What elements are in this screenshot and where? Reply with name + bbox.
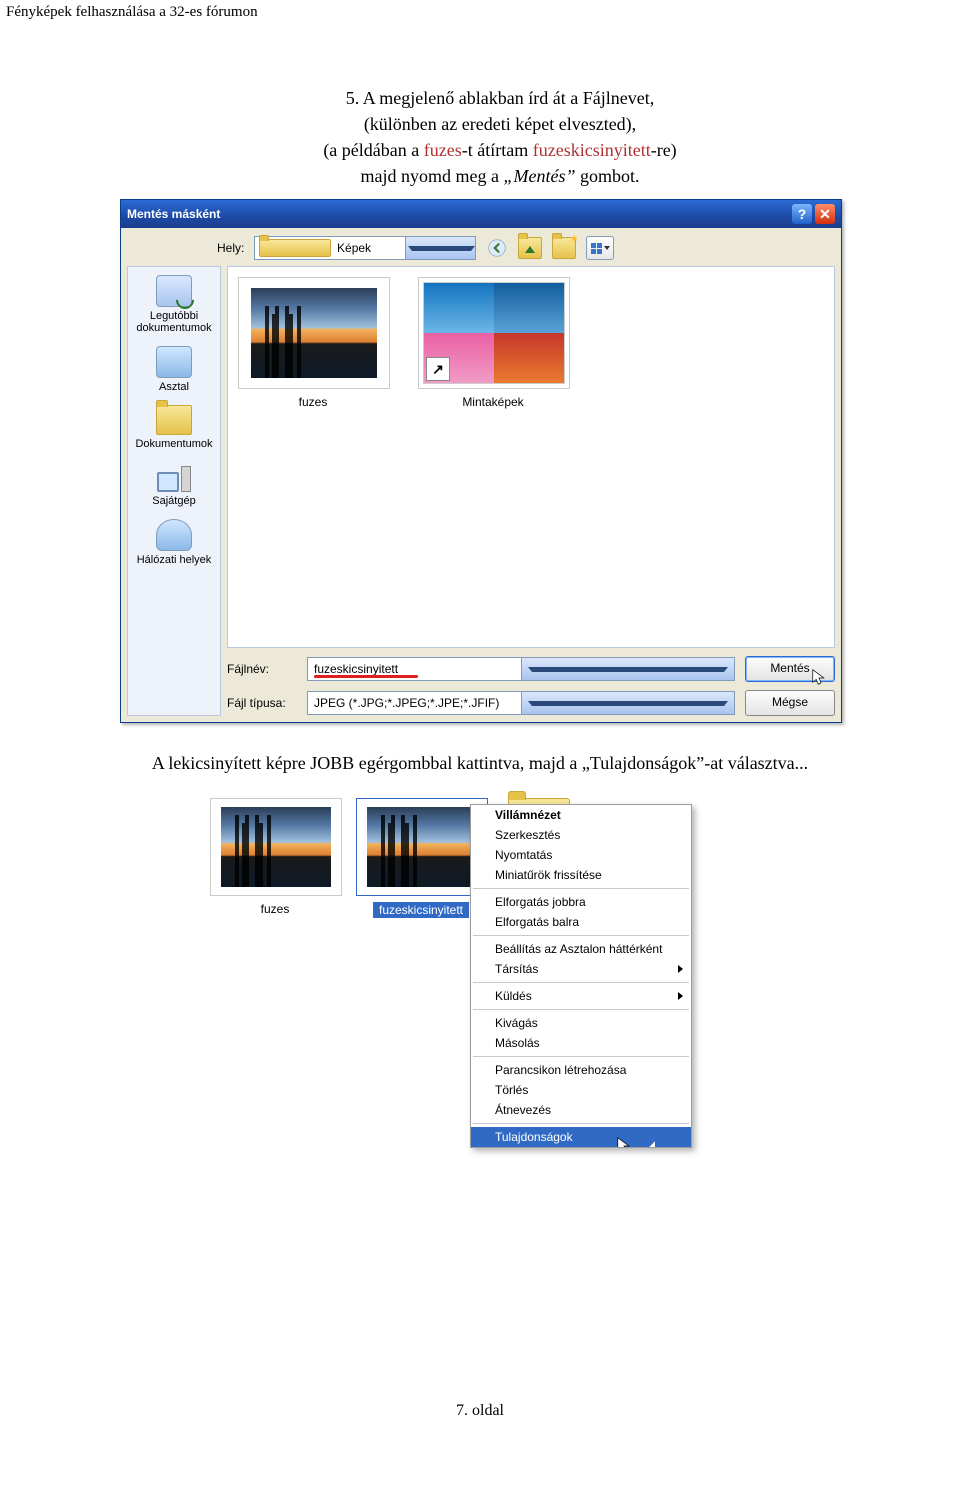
close-button[interactable]: ✕ (815, 204, 835, 224)
filetype-select[interactable]: JPEG (*.JPG;*.JPEG;*.JPE;*.JFIF) (307, 691, 735, 715)
up-button[interactable] (518, 237, 542, 259)
folder-thumbnail: ↗ (423, 282, 565, 384)
filetype-value: JPEG (*.JPG;*.JPEG;*.JPE;*.JFIF) (308, 696, 521, 710)
thumbnails-icon (591, 243, 602, 254)
text: (a példában a (323, 140, 423, 160)
new-folder-button[interactable]: ✶ (552, 237, 576, 259)
save-as-dialog: Mentés másként ? ✕ Hely: Képek ✶ Legutób… (120, 199, 842, 723)
filename-value: fuzeskicsinyitett (308, 662, 521, 676)
file-item-fuzes[interactable]: fuzes (210, 798, 340, 916)
location-label: Hely: (217, 241, 244, 255)
dialog-title: Mentés másként (127, 207, 789, 221)
context-menu-screenshot: fuzes fuzeskicsinyitett Villámnézet Szer… (200, 788, 780, 922)
view-button[interactable] (586, 236, 614, 260)
place-recent[interactable]: Legutóbbi dokumentumok (128, 273, 220, 340)
toolbar: Hely: Képek ✶ (121, 228, 841, 266)
text: -t átírtam (462, 140, 533, 160)
menu-item-preview[interactable]: Villámnézet (471, 805, 691, 825)
titlebar[interactable]: Mentés másként ? ✕ (121, 200, 841, 228)
place-label: Hálózati helyek (137, 554, 212, 566)
back-button[interactable] (486, 237, 508, 259)
documents-icon (156, 405, 192, 435)
text: (különben az eredeti képet elveszted), (364, 114, 636, 134)
text: majd nyomd meg a (361, 166, 504, 186)
text: gombot. (575, 166, 639, 186)
filetype-label: Fájl típusa: (227, 696, 297, 710)
file-list[interactable]: fuzes ↗ Mintaképek (227, 266, 835, 648)
highlight: fuzeskicsinyitett (533, 140, 651, 160)
help-button[interactable]: ? (792, 204, 812, 224)
photo-thumbnail (367, 807, 477, 887)
place-label: Sajátgép (152, 495, 195, 507)
file-label: fuzes (299, 395, 328, 409)
button-label: Mégse (772, 695, 808, 709)
recent-icon (156, 275, 192, 307)
page-footer: 7. oldal (0, 1402, 960, 1440)
menu-item-print[interactable]: Nyomtatás (471, 845, 691, 865)
dropdown-button[interactable] (405, 237, 476, 259)
photo-thumbnail (221, 807, 331, 887)
file-item-selected[interactable]: fuzeskicsinyitett (356, 798, 486, 918)
network-icon (156, 519, 192, 551)
dropdown-button[interactable] (521, 658, 735, 680)
filename-input[interactable]: fuzeskicsinyitett (307, 657, 735, 681)
text: 5. A megjelenő ablakban írd át a Fájlnev… (346, 88, 654, 108)
photo-thumbnail (251, 288, 377, 378)
page-header: Fényképek felhasználása a 32-es fórumon (0, 0, 960, 25)
save-button[interactable]: Mentés (745, 656, 835, 682)
menu-separator (473, 888, 689, 889)
cursor-icon (812, 669, 826, 687)
filename-label: Fájlnév: (227, 662, 297, 676)
button-label: Mentés (770, 661, 809, 675)
location-value: Képek (335, 241, 405, 255)
menu-item-rotate-right[interactable]: Elforgatás jobbra (471, 892, 691, 912)
shortcut-overlay-icon: ↗ (426, 357, 450, 381)
dropdown-button[interactable] (521, 692, 735, 714)
folder-icon (259, 239, 331, 257)
place-desktop[interactable]: Asztal (128, 344, 220, 399)
followup-text: A lekicsinyített képre JOBB egérgombbal … (100, 753, 860, 774)
file-item-fuzes[interactable]: fuzes (238, 277, 388, 409)
places-bar: Legutóbbi dokumentumok Asztal Dokumentum… (127, 266, 221, 716)
mycomputer-icon (157, 462, 191, 492)
place-label: Dokumentumok (135, 438, 212, 450)
annotation-underline (314, 675, 418, 678)
place-label: Legutóbbi dokumentumok (136, 310, 211, 334)
chevron-down-icon (604, 246, 610, 250)
italic: „Mentés” (503, 166, 575, 186)
text: -re) (651, 140, 677, 160)
place-network[interactable]: Hálózati helyek (128, 517, 220, 572)
menu-item-refresh[interactable]: Miniatűrök frissítése (471, 865, 691, 885)
instruction-text: 5. A megjelenő ablakban írd át a Fájlnev… (200, 85, 800, 189)
file-label-selected: fuzeskicsinyitett (373, 902, 469, 918)
highlight: fuzes (424, 140, 462, 160)
place-label: Asztal (159, 381, 189, 393)
desktop-icon (156, 346, 192, 378)
cancel-button[interactable]: Mégse (745, 690, 835, 716)
place-documents[interactable]: Dokumentumok (128, 403, 220, 456)
file-label: Mintaképek (462, 395, 523, 409)
location-combo[interactable]: Képek (254, 236, 476, 260)
menu-item-edit[interactable]: Szerkesztés (471, 825, 691, 845)
place-mycomputer[interactable]: Sajátgép (128, 460, 220, 513)
file-item-samples[interactable]: ↗ Mintaképek (418, 277, 568, 409)
file-label: fuzes (261, 902, 290, 916)
